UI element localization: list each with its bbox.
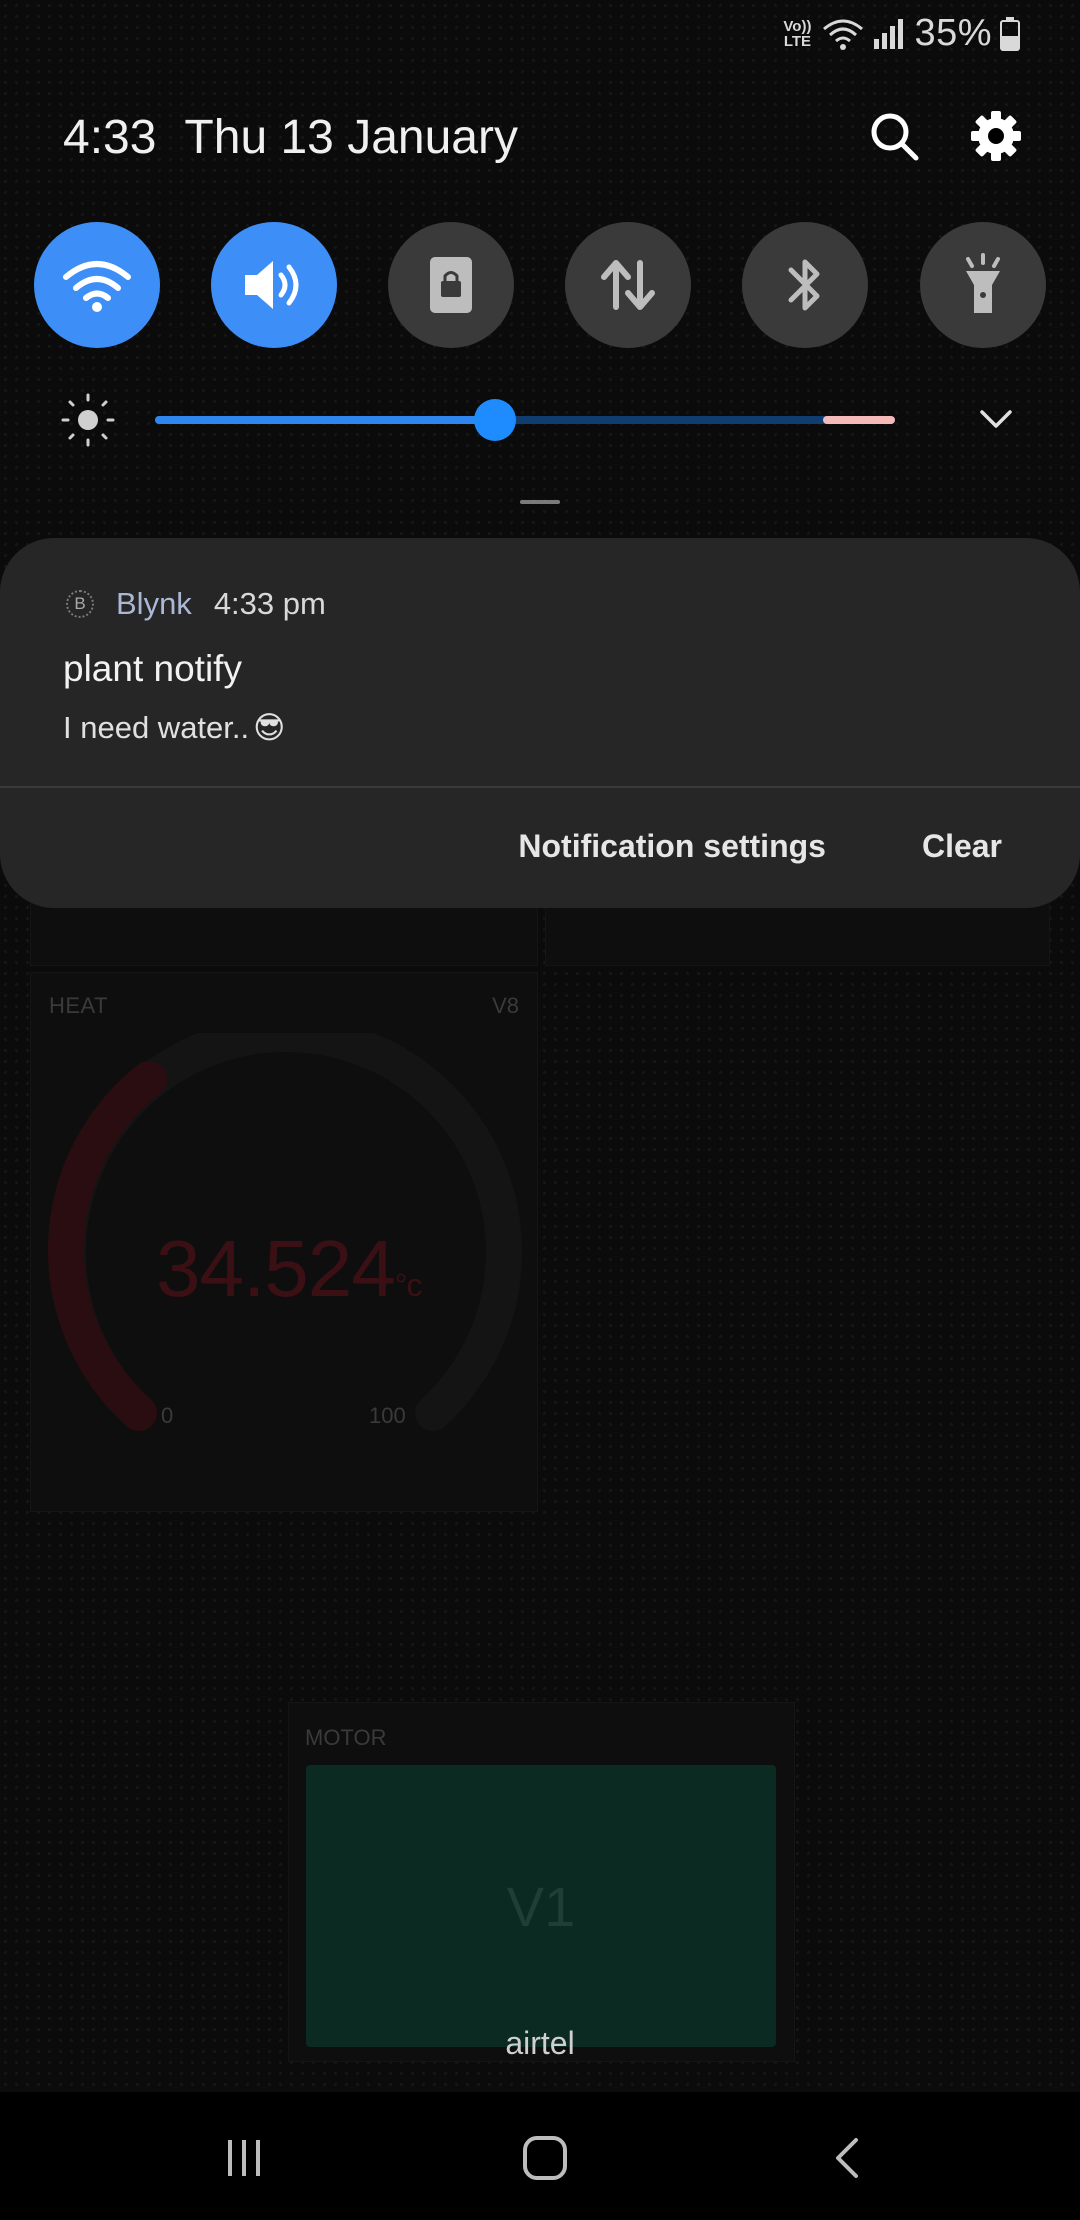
clock-date: Thu 13 January xyxy=(184,111,518,164)
motor-widget: MOTOR V1 xyxy=(288,1702,795,2062)
recents-button[interactable] xyxy=(216,2130,272,2186)
notification-time: 4:33 pm xyxy=(213,586,326,621)
clock-time: 4:33 xyxy=(63,111,157,164)
notification-body: I need water.. 😎 xyxy=(63,710,285,746)
recents-icon xyxy=(228,2140,260,2176)
brightness-thumb[interactable] xyxy=(474,399,517,441)
blynk-app-icon: B xyxy=(66,590,94,618)
heat-max: 100 xyxy=(369,1403,406,1428)
gear-icon[interactable] xyxy=(968,108,1024,164)
brightness-slider[interactable] xyxy=(155,399,895,441)
heat-gauge-widget: HEAT V8 34.524°c 0 100 xyxy=(30,972,538,1512)
chevron-down-icon[interactable] xyxy=(972,396,1020,444)
notification-title: plant notify xyxy=(63,648,242,689)
motor-button[interactable]: V1 xyxy=(306,1765,776,2047)
screen-lock-toggle[interactable] xyxy=(388,222,514,348)
notification-settings-button[interactable]: Notification settings xyxy=(518,828,826,865)
sunglasses-emoji-icon: 😎 xyxy=(253,710,286,745)
flashlight-toggle[interactable] xyxy=(920,222,1046,348)
brightness-max-zone xyxy=(823,416,895,424)
home-icon xyxy=(523,2136,567,2180)
battery-icon xyxy=(1000,16,1020,51)
notification-message: I need water.. xyxy=(63,710,250,745)
panel-drag-handle[interactable] xyxy=(520,500,560,504)
navigation-bar xyxy=(0,2092,1080,2220)
sound-toggle[interactable] xyxy=(211,222,337,348)
heat-value: 34.524°c xyxy=(156,1224,422,1313)
wifi-toggle[interactable] xyxy=(34,222,160,348)
notification-card[interactable]: B Blynk 4:33 pm plant notify I need wate… xyxy=(0,538,1080,908)
heat-min: 0 xyxy=(161,1403,174,1428)
back-icon xyxy=(836,2138,858,2178)
status-bar: Vo)) LTE 35% xyxy=(0,0,1080,64)
lock-screen-icon xyxy=(430,257,472,313)
cell-signal-icon xyxy=(874,18,904,49)
heat-pin: V8 xyxy=(492,993,519,1018)
mobile-data-toggle[interactable] xyxy=(565,222,691,348)
carrier-label: airtel xyxy=(505,2025,575,2061)
flashlight-icon xyxy=(966,253,1000,313)
notification-divider xyxy=(0,786,1080,788)
brightness-control xyxy=(60,390,1020,450)
clear-button[interactable]: Clear xyxy=(922,828,1002,865)
brightness-fill xyxy=(155,416,496,424)
notification-app-name: Blynk xyxy=(116,586,192,621)
search-icon[interactable] xyxy=(866,108,922,164)
bluetooth-toggle[interactable] xyxy=(742,222,868,348)
back-button[interactable] xyxy=(820,2130,876,2186)
heat-label: HEAT xyxy=(49,993,109,1018)
quick-settings-row xyxy=(34,222,1046,350)
notification-actions: Notification settings Clear xyxy=(518,828,1002,865)
clock-row: 4:33 Thu 13 January xyxy=(63,110,518,165)
motor-label: MOTOR xyxy=(305,1725,387,1750)
notification-header: B Blynk 4:33 pm xyxy=(66,586,326,622)
battery-percent: 35% xyxy=(914,12,992,54)
brightness-sun-icon xyxy=(61,393,115,447)
wifi-icon xyxy=(63,261,131,312)
data-arrows-icon xyxy=(601,260,655,310)
speaker-icon xyxy=(245,261,299,309)
bluetooth-icon xyxy=(788,259,820,311)
volte-indicator: Vo)) LTE xyxy=(783,17,812,50)
home-button[interactable] xyxy=(517,2130,573,2186)
wifi-signal-icon xyxy=(823,19,864,50)
